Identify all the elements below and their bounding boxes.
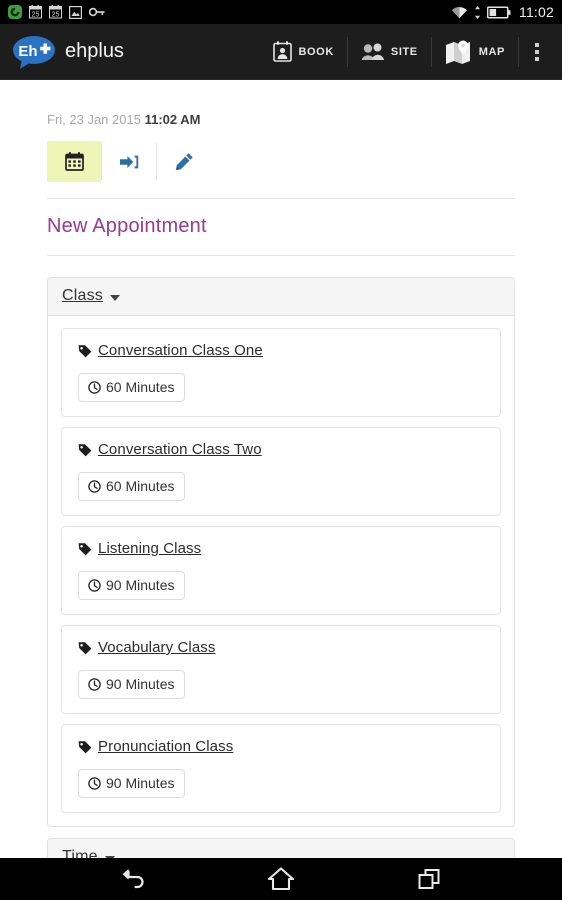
class-panel: Class Conversation Class One 60 Minutes … xyxy=(47,277,515,827)
class-item-name: Vocabulary Class xyxy=(98,639,216,656)
app-circle-icon xyxy=(8,5,22,19)
class-item[interactable]: Listening Class 90 Minutes xyxy=(61,526,501,615)
calendar-icon xyxy=(64,152,84,171)
class-duration-label: 90 Minutes xyxy=(106,775,175,791)
page-content: Fri, 23 Jan 2015 11:02 AM New Appointmen… xyxy=(0,80,562,858)
class-list: Conversation Class One 60 Minutes Conver… xyxy=(48,316,514,826)
clock-icon xyxy=(88,677,101,691)
class-item[interactable]: Vocabulary Class 90 Minutes xyxy=(61,625,501,714)
key-icon xyxy=(89,7,105,17)
map-button[interactable]: MAP xyxy=(432,35,518,69)
class-item[interactable]: Conversation Class One 60 Minutes xyxy=(61,328,501,417)
login-arrow-icon xyxy=(119,154,139,170)
class-panel-header[interactable]: Class xyxy=(48,278,514,316)
class-duration-badge: 90 Minutes xyxy=(78,670,186,699)
current-datetime: Fri, 23 Jan 2015 11:02 AM xyxy=(47,112,515,127)
svg-text:Eh: Eh xyxy=(18,43,37,60)
book-label: BOOK xyxy=(298,45,334,58)
calendar-25-icon: 25 xyxy=(29,5,42,19)
svg-text:25: 25 xyxy=(52,11,60,18)
app-brand[interactable]: Eh ehplus xyxy=(12,34,124,70)
gallery-icon xyxy=(69,5,82,19)
class-duration-badge: 90 Minutes xyxy=(78,571,186,600)
device-screen: 25 25 11:02 Eh ehplus BOOK SITE MAP Fri,… xyxy=(0,0,562,900)
time-panel-title: Time xyxy=(62,848,98,858)
class-item-title[interactable]: Conversation Class One xyxy=(78,342,484,359)
class-duration-label: 90 Minutes xyxy=(106,676,175,692)
class-duration-badge: 60 Minutes xyxy=(78,373,186,402)
page-title: New Appointment xyxy=(47,215,207,237)
class-item-title[interactable]: Conversation Class Two xyxy=(78,441,484,458)
home-icon[interactable] xyxy=(266,866,296,892)
android-status-bar: 25 25 11:02 xyxy=(0,0,562,24)
book-button[interactable]: BOOK xyxy=(260,35,346,69)
status-bar-clock: 11:02 xyxy=(519,4,554,20)
class-duration-badge: 60 Minutes xyxy=(78,472,186,501)
tag-icon xyxy=(78,641,92,655)
class-panel-title: Class xyxy=(62,287,104,304)
data-transfer-icon xyxy=(474,5,481,19)
divider-bottom xyxy=(47,255,515,256)
time-panel: Time xyxy=(47,838,515,858)
class-item-name: Pronunciation Class xyxy=(98,738,234,755)
tag-icon xyxy=(78,443,92,457)
recents-icon[interactable] xyxy=(414,866,444,892)
chevron-down-icon xyxy=(110,294,121,301)
tag-icon xyxy=(78,542,92,556)
status-bar-notifications: 25 25 xyxy=(8,5,105,19)
class-duration-label: 60 Minutes xyxy=(106,379,175,395)
calendar-tab[interactable] xyxy=(47,141,101,182)
svg-text:25: 25 xyxy=(32,11,40,18)
site-button[interactable]: SITE xyxy=(348,35,431,69)
site-people-icon xyxy=(361,42,385,61)
class-item-name: Conversation Class One xyxy=(98,342,263,359)
current-time: 11:02 AM xyxy=(144,112,201,127)
class-duration-badge: 90 Minutes xyxy=(78,769,186,798)
app-brand-label: ehplus xyxy=(65,40,124,62)
android-nav-bar xyxy=(0,858,562,900)
class-item-name: Listening Class xyxy=(98,540,202,557)
class-item-title[interactable]: Pronunciation Class xyxy=(78,738,484,755)
clock-icon xyxy=(88,479,101,493)
edit-tab[interactable] xyxy=(157,141,211,182)
overflow-menu-icon[interactable] xyxy=(519,42,552,61)
class-item[interactable]: Pronunciation Class 90 Minutes xyxy=(61,724,501,813)
wifi-icon xyxy=(451,6,468,19)
app-action-bar: Eh ehplus BOOK SITE MAP xyxy=(0,24,562,80)
class-item-title[interactable]: Listening Class xyxy=(78,540,484,557)
class-duration-label: 60 Minutes xyxy=(106,478,175,494)
login-tab[interactable] xyxy=(102,141,156,182)
current-date: Fri, 23 Jan 2015 xyxy=(47,112,141,127)
clock-icon xyxy=(88,380,101,394)
clock-icon xyxy=(88,578,101,592)
action-bar-actions: BOOK SITE MAP xyxy=(260,24,552,79)
class-duration-label: 90 Minutes xyxy=(106,577,175,593)
calendar-25-icon: 25 xyxy=(49,5,62,19)
site-label: SITE xyxy=(390,45,418,58)
class-item-title[interactable]: Vocabulary Class xyxy=(78,639,484,656)
clock-icon xyxy=(88,776,101,790)
mode-tabs xyxy=(47,141,515,182)
class-item-name: Conversation Class Two xyxy=(98,441,262,458)
time-panel-header[interactable]: Time xyxy=(48,839,514,858)
tag-icon xyxy=(78,344,92,358)
ehplus-logo-icon: Eh xyxy=(12,34,56,70)
pencil-icon xyxy=(175,152,194,171)
book-calendar-icon xyxy=(273,41,293,62)
back-icon[interactable] xyxy=(118,866,148,892)
tag-icon xyxy=(78,740,92,754)
map-label: MAP xyxy=(478,45,505,58)
class-item[interactable]: Conversation Class Two 60 Minutes xyxy=(61,427,501,516)
map-icon xyxy=(445,40,473,64)
battery-icon xyxy=(487,5,511,19)
status-bar-system: 11:02 xyxy=(451,4,554,20)
